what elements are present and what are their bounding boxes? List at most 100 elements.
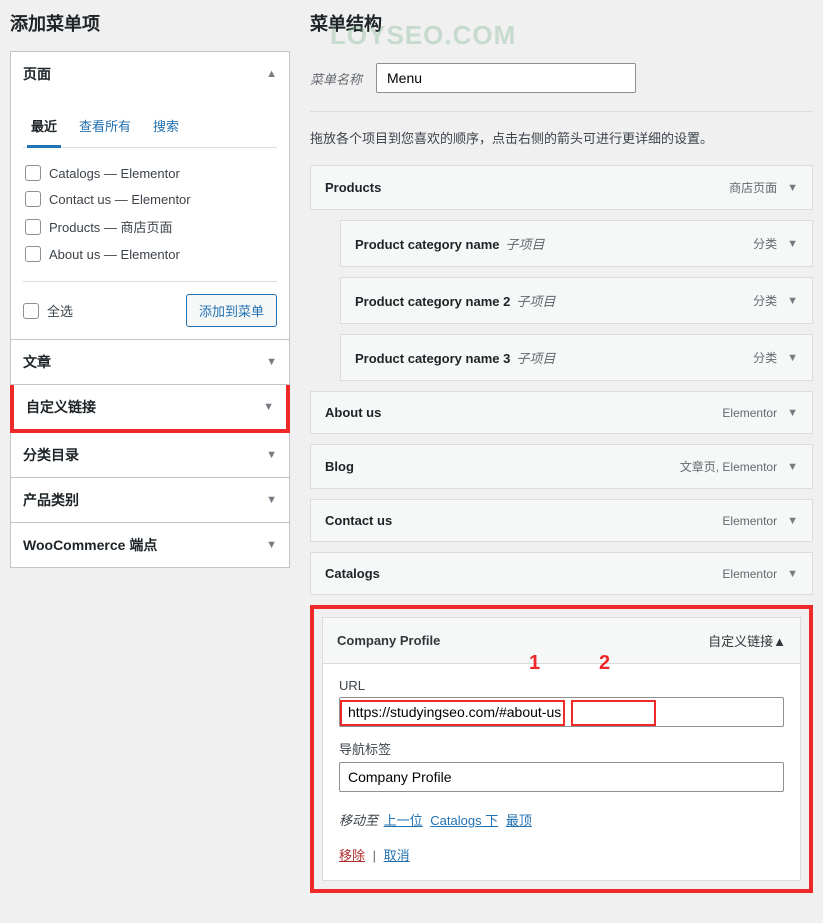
posts-accordion-label: 文章 [23, 352, 51, 372]
nav-label-field-label: 导航标签 [339, 739, 784, 758]
move-label: 移动至 [339, 813, 378, 828]
highlight-annotation: Company Profile 自定义链接▲ 1 2 URL 导航标签 [310, 605, 813, 893]
menu-name-label: 菜单名称 [310, 69, 362, 88]
move-prev-link[interactable]: 上一位 [384, 813, 423, 828]
cancel-link[interactable]: 取消 [384, 848, 410, 863]
woocommerce-accordion-label: WooCommerce 端点 [23, 535, 157, 555]
tab-search[interactable]: 搜索 [149, 110, 183, 147]
nav-label-input[interactable] [339, 762, 784, 792]
add-items-heading: 添加菜单项 [10, 0, 290, 51]
product-categories-accordion[interactable]: 产品类别 [10, 478, 290, 523]
select-all[interactable]: 全选 [23, 301, 73, 320]
menu-item-sublabel: 子项目 [506, 237, 545, 252]
pages-accordion-toggle[interactable]: 页面 [11, 52, 289, 96]
url-field-label: URL [339, 678, 784, 693]
chevron-down-icon: ▼ [787, 182, 798, 194]
menu-item-company-profile: Company Profile 自定义链接▲ 1 2 URL 导航标签 [322, 617, 801, 881]
menu-item-type: 分类 [753, 235, 777, 252]
chevron-down-icon: ▼ [787, 352, 798, 364]
separator: | [373, 848, 376, 863]
chevron-up-icon: ▲ [773, 634, 786, 649]
categories-accordion[interactable]: 分类目录 [10, 433, 290, 478]
menu-item-category-2[interactable]: Product category name 2 子项目 分类 ▼ [340, 277, 813, 324]
chevron-down-icon [266, 449, 277, 461]
checkbox[interactable] [25, 246, 41, 262]
chevron-down-icon: ▼ [787, 238, 798, 250]
menu-item-label: Product category name 2 [355, 294, 510, 309]
menu-item-type: 分类 [753, 292, 777, 309]
custom-links-accordion[interactable]: 自定义链接 [10, 385, 290, 433]
menu-item-type: 文章页, Elementor [680, 458, 777, 475]
menu-item-catalogs[interactable]: Catalogs Elementor ▼ [310, 552, 813, 595]
page-item[interactable]: Catalogs — Elementor [25, 160, 275, 186]
chevron-down-icon: ▼ [787, 295, 798, 307]
chevron-down-icon: ▼ [787, 461, 798, 473]
pages-tabs: 最近 查看所有 搜索 [23, 106, 277, 148]
chevron-down-icon [266, 356, 277, 368]
menu-item-sublabel: 子项目 [516, 351, 555, 366]
chevron-down-icon: ▼ [787, 515, 798, 527]
menu-item-label: Contact us [325, 513, 392, 528]
chevron-down-icon [266, 494, 277, 506]
menu-item-label: Products [325, 180, 381, 195]
menu-item-about[interactable]: About us Elementor ▼ [310, 391, 813, 434]
menu-item-products[interactable]: Products 商店页面 ▼ [310, 165, 813, 210]
chevron-down-icon [266, 539, 277, 551]
menu-item-blog[interactable]: Blog 文章页, Elementor ▼ [310, 444, 813, 489]
chevron-down-icon: ▼ [787, 568, 798, 580]
menu-item-type: Elementor [722, 514, 777, 528]
tab-view-all[interactable]: 查看所有 [75, 110, 135, 147]
chevron-up-icon [266, 68, 277, 80]
page-item-label: Products — 商店页面 [49, 217, 173, 236]
checkbox[interactable] [25, 219, 41, 235]
move-under-link[interactable]: Catalogs 下 [430, 813, 498, 828]
menu-item-type: 分类 [753, 349, 777, 366]
menu-item-type: Elementor [722, 406, 777, 420]
menu-item-label: Blog [325, 459, 354, 474]
woocommerce-accordion[interactable]: WooCommerce 端点 [10, 523, 290, 568]
page-item[interactable]: Products — 商店页面 [25, 212, 275, 241]
menu-item-label: Company Profile [337, 633, 440, 648]
menu-name-input[interactable] [376, 63, 636, 93]
posts-accordion[interactable]: 文章 [10, 340, 290, 385]
move-top-link[interactable]: 最顶 [506, 813, 532, 828]
tab-recent[interactable]: 最近 [27, 110, 61, 148]
remove-link[interactable]: 移除 [339, 848, 365, 863]
page-item[interactable]: Contact us — Elementor [25, 186, 275, 212]
add-menu-items-panel: 添加菜单项 页面 最近 查看所有 搜索 Catalogs — Elementor [10, 0, 290, 903]
menu-structure-panel: 菜单结构 菜单名称 拖放各个项目到您喜欢的顺序，点击右侧的箭头可进行更详细的设置… [310, 0, 813, 903]
categories-accordion-label: 分类目录 [23, 445, 79, 465]
menu-item-label: Catalogs [325, 566, 380, 581]
menu-item-type: 自定义链接 [708, 634, 773, 649]
menu-item-type: 商店页面 [729, 179, 777, 196]
menu-item-sublabel: 子项目 [516, 294, 555, 309]
checkbox[interactable] [25, 165, 41, 181]
checkbox[interactable] [23, 303, 39, 319]
add-to-menu-button[interactable]: 添加到菜单 [186, 294, 277, 327]
page-item-label: Catalogs — Elementor [49, 166, 180, 181]
custom-links-accordion-label: 自定义链接 [26, 397, 96, 417]
checkbox[interactable] [25, 191, 41, 207]
url-input[interactable] [339, 697, 784, 727]
page-item-label: About us — Elementor [49, 247, 180, 262]
menu-item-header[interactable]: Company Profile 自定义链接▲ [323, 618, 800, 664]
chevron-down-icon [263, 401, 274, 413]
menu-item-label: Product category name [355, 237, 500, 252]
page-item-label: Contact us — Elementor [49, 192, 191, 207]
page-item[interactable]: About us — Elementor [25, 241, 275, 267]
menu-item-category-3[interactable]: Product category name 3 子项目 分类 ▼ [340, 334, 813, 381]
chevron-down-icon: ▼ [787, 407, 798, 419]
menu-item-label: Product category name 3 [355, 351, 510, 366]
menu-item-label: About us [325, 405, 381, 420]
product-categories-accordion-label: 产品类别 [23, 490, 79, 510]
instructions-text: 拖放各个项目到您喜欢的顺序，点击右侧的箭头可进行更详细的设置。 [310, 112, 813, 165]
menu-item-contact[interactable]: Contact us Elementor ▼ [310, 499, 813, 542]
menu-structure-heading: 菜单结构 [310, 0, 813, 51]
menu-item-category-1[interactable]: Product category name 子项目 分类 ▼ [340, 220, 813, 267]
annotation-number-1: 1 [529, 652, 540, 675]
menu-item-type: Elementor [722, 567, 777, 581]
select-all-label: 全选 [47, 301, 73, 320]
pages-accordion: 页面 最近 查看所有 搜索 Catalogs — Elementor Co [10, 51, 290, 340]
pages-accordion-label: 页面 [23, 64, 51, 84]
annotation-number-2: 2 [599, 652, 610, 675]
